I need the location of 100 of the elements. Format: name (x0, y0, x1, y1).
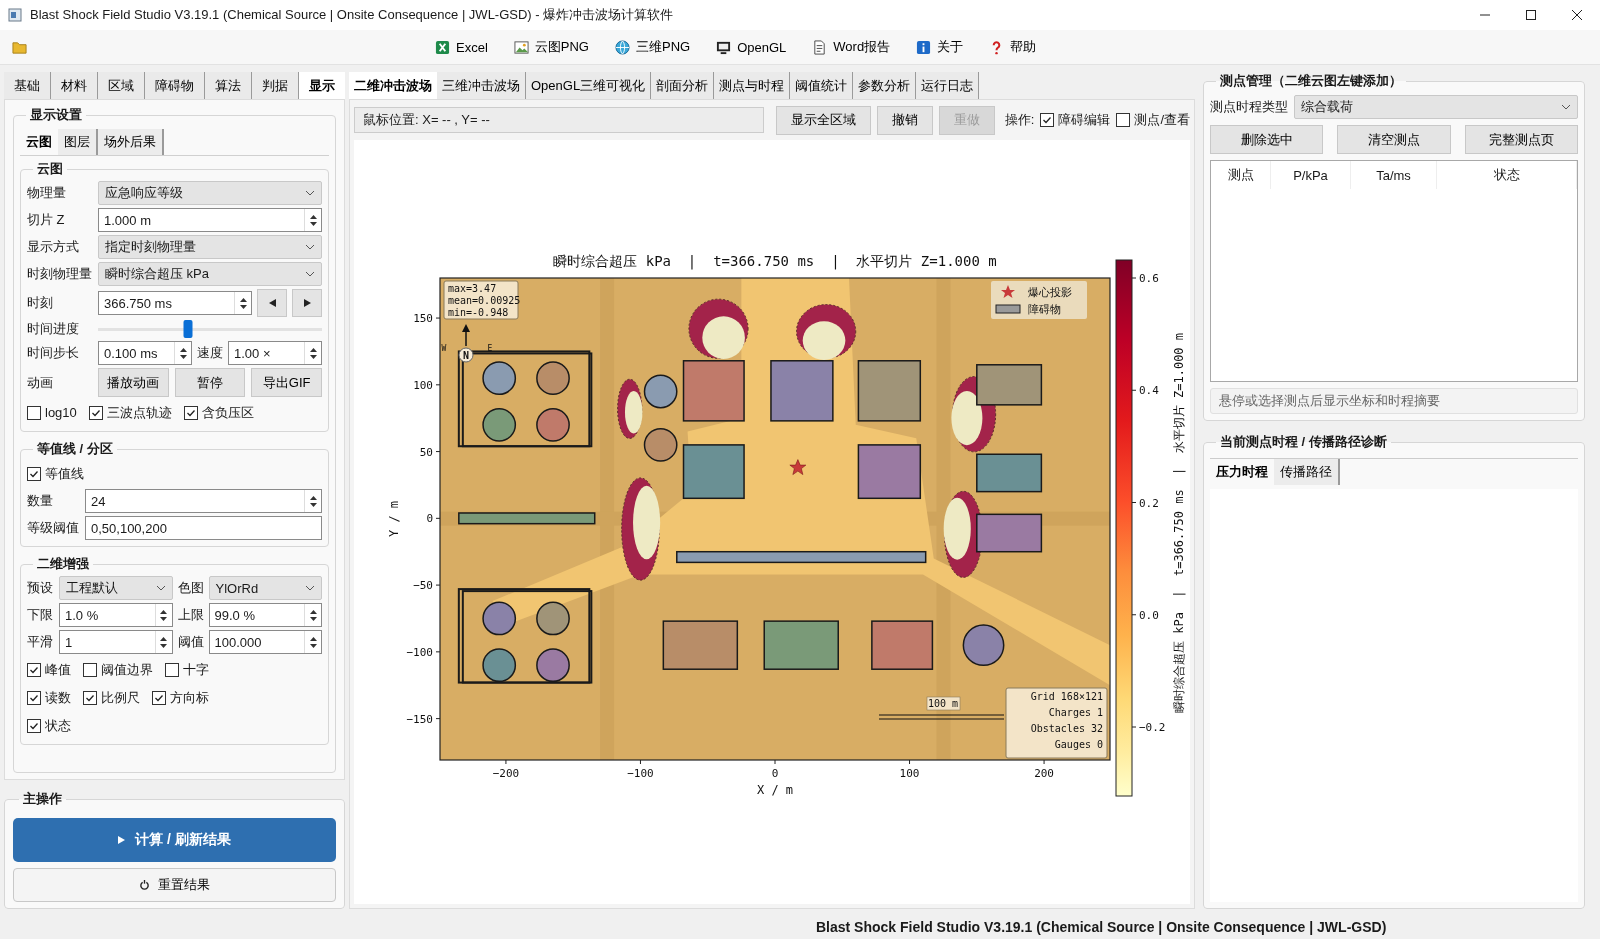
maximize-button[interactable] (1526, 10, 1536, 20)
checkbox[interactable]: 含负压区 (183, 403, 254, 422)
spin-box[interactable]: 24 (85, 489, 322, 513)
spin-box[interactable]: 1.000 m (98, 208, 322, 232)
input-field[interactable]: 0,50,100,200 (85, 516, 322, 540)
toolbar-button[interactable]: 云图PNG (505, 34, 597, 60)
down-arrow-icon[interactable] (239, 304, 247, 309)
toolbar-button[interactable]: 关于 (908, 34, 972, 60)
tab[interactable]: 障碍物 (145, 72, 205, 99)
checkbox[interactable]: 比例尺 (83, 688, 140, 707)
up-arrow-icon[interactable] (179, 347, 187, 352)
action-button[interactable]: 导出GIF (251, 368, 322, 397)
up-arrow-icon[interactable] (309, 609, 317, 614)
dropdown[interactable]: 指定时刻物理量 (98, 235, 322, 259)
tab[interactable]: 参数分析 (853, 72, 917, 99)
up-arrow-icon[interactable] (160, 636, 167, 641)
tab[interactable]: 二维冲击波场 (349, 72, 437, 99)
toolbar-button[interactable]: 帮助 (981, 34, 1045, 60)
action-button[interactable]: 清空测点 (1337, 125, 1451, 154)
dropdown[interactable]: YlOrRd (208, 576, 322, 600)
tab[interactable]: 图层 (58, 129, 98, 155)
image-icon (513, 39, 529, 55)
checkbox[interactable]: 状态 (27, 716, 71, 735)
checkbox[interactable]: 阈值边界 (83, 660, 153, 679)
folder-icon[interactable] (12, 39, 27, 55)
tab[interactable]: 算法 (205, 72, 252, 99)
tab[interactable]: 区域 (98, 72, 145, 99)
dropdown[interactable]: 瞬时综合超压 kPa (98, 262, 322, 286)
dropdown[interactable]: 应急响应等级 (98, 181, 322, 205)
checkbox[interactable]: 读数 (27, 688, 71, 707)
tab[interactable]: 运行日志 (916, 72, 980, 99)
up-arrow-icon[interactable] (309, 636, 317, 641)
up-arrow-icon[interactable] (239, 297, 247, 302)
checkbox[interactable]: 测点/查看 (1116, 111, 1190, 129)
down-arrow-icon[interactable] (309, 502, 317, 507)
colorbar-tick-label: 0.0 (1139, 608, 1159, 622)
down-arrow-icon[interactable] (309, 643, 317, 648)
toolbar-button[interactable]: OpenGL (708, 35, 795, 59)
spin-box[interactable]: 99.0 % (208, 603, 322, 627)
action-button[interactable]: 播放动画 (98, 368, 169, 397)
tab[interactable]: 三维冲击波场 (437, 72, 526, 99)
action-button[interactable]: 撤销 (876, 105, 933, 135)
down-arrow-icon[interactable] (309, 221, 317, 226)
checkbox[interactable]: 等值线 (27, 464, 84, 483)
dropdown[interactable]: 工程默认 (59, 576, 173, 600)
down-arrow-icon[interactable] (160, 643, 167, 648)
spin-box[interactable]: 100.000 (208, 630, 322, 654)
tab[interactable]: 显示 (299, 72, 345, 99)
tab[interactable]: 压力时程 (1210, 459, 1274, 485)
tank-obstacle (482, 648, 517, 683)
tab[interactable]: 基础 (4, 72, 51, 99)
tab[interactable]: 场外后果 (98, 129, 164, 155)
north-arrow (462, 324, 470, 347)
colorbar-label: 瞬时综合超压 kPa | t=366.750 ms | 水平切片 Z=1.000 m (1172, 332, 1186, 714)
tab[interactable]: OpenGL三维可视化 (526, 72, 652, 99)
up-arrow-icon[interactable] (309, 495, 317, 500)
tab[interactable]: 阈值统计 (790, 72, 854, 99)
down-arrow-icon[interactable] (309, 616, 317, 621)
next-button[interactable] (292, 289, 322, 317)
field-label: 上限 (177, 606, 204, 624)
down-arrow-icon[interactable] (160, 616, 167, 621)
slider-thumb[interactable] (183, 320, 193, 338)
tab[interactable]: 材料 (51, 72, 98, 99)
tab[interactable]: 剖面分析 (651, 72, 715, 99)
checkbox[interactable]: 三波点轨迹 (88, 403, 172, 422)
checkbox[interactable]: log10 (27, 405, 77, 420)
spin-box[interactable]: 1.0 % (59, 603, 173, 627)
close-button[interactable] (1572, 10, 1582, 20)
colorbar-tick-label: 0.2 (1139, 496, 1159, 510)
up-arrow-icon[interactable] (309, 347, 317, 352)
down-arrow-icon[interactable] (309, 354, 317, 359)
checkbox[interactable]: 峰值 (27, 660, 71, 679)
toolbar-button[interactable]: 三维PNG (606, 34, 699, 60)
down-arrow-icon[interactable] (179, 354, 187, 359)
check-mark-icon (29, 468, 39, 479)
tab[interactable]: 传播路径 (1274, 459, 1340, 485)
action-button[interactable]: 删除选中 (1210, 125, 1324, 154)
toolbar-button[interactable]: Excel (427, 35, 496, 59)
previous-button[interactable] (257, 289, 287, 317)
group-title: 显示设置 (29, 106, 83, 124)
spin-box[interactable]: 1 (59, 630, 173, 654)
tab[interactable]: 判据 (252, 72, 299, 99)
calculate-button[interactable]: 计算 / 刷新结果 (13, 818, 336, 862)
spin-box[interactable]: 1.00 × (228, 341, 322, 365)
spin-box[interactable]: 0.100 ms (98, 341, 192, 365)
dropdown[interactable]: 综合载荷 (1294, 95, 1578, 119)
action-button[interactable]: 完整测点页 (1464, 125, 1578, 154)
up-arrow-icon[interactable] (309, 214, 317, 219)
spin-box[interactable]: 366.750 ms (98, 291, 252, 315)
toolbar-button[interactable]: Word报告 (804, 34, 899, 60)
tab[interactable]: 测点与时程 (714, 72, 791, 99)
checkbox[interactable]: 方向标 (152, 688, 209, 707)
checkbox[interactable]: 障碍编辑 (1040, 111, 1111, 129)
action-button[interactable]: 暂停 (174, 368, 246, 397)
checkbox[interactable]: 十字 (165, 660, 209, 679)
reset-button[interactable]: 重置结果 (13, 868, 336, 902)
action-button[interactable]: 显示全区域 (775, 105, 871, 135)
colorbar-tick-label: −0.2 (1139, 721, 1166, 734)
tab[interactable]: 云图 (20, 129, 58, 155)
up-arrow-icon[interactable] (160, 609, 167, 614)
